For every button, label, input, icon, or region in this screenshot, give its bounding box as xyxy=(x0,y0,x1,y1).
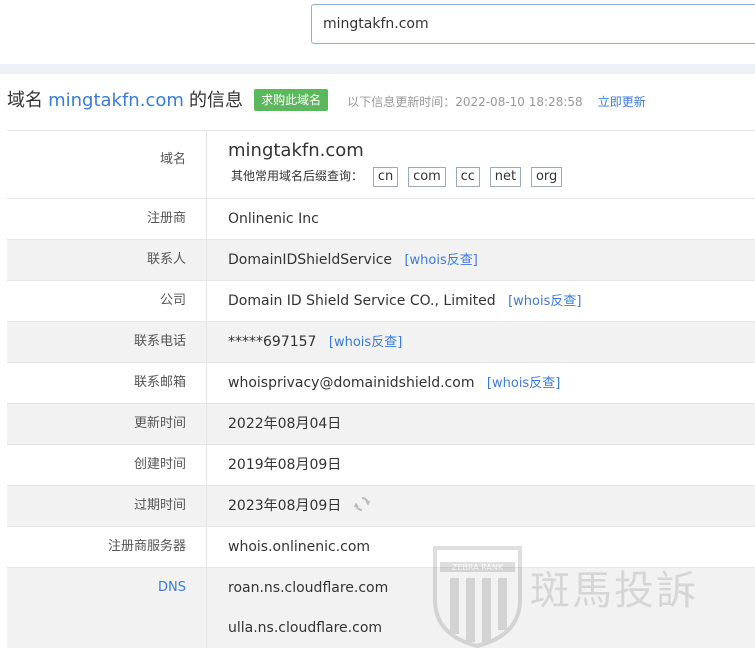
domain-name: mingtakfn.com xyxy=(228,140,364,161)
row-value: whoisprivacy@domainidshield.com [whois反查… xyxy=(207,363,755,403)
row-contact: 联系人 DomainIDShieldService [whois反查] xyxy=(7,239,755,280)
row-whois-server: 注册商服务器 whois.onlinenic.com xyxy=(7,526,755,567)
row-label: 更新时间 xyxy=(7,404,207,444)
row-label: 创建时间 xyxy=(7,445,207,485)
row-dns: DNS roan.ns.cloudflare.com ulla.ns.cloud… xyxy=(7,567,755,648)
suffix-query-label: 其他常用域名后缀查询： xyxy=(231,169,364,183)
company-whois-reverse-link[interactable]: [whois反查] xyxy=(508,294,581,309)
row-label: 联系邮箱 xyxy=(7,363,207,403)
row-email: 联系邮箱 whoisprivacy@domainidshield.com [wh… xyxy=(7,362,755,403)
suffix-cn[interactable]: cn xyxy=(372,167,399,187)
suffix-org[interactable]: org xyxy=(530,167,563,187)
row-created: 创建时间 2019年08月09日 xyxy=(7,444,755,485)
row-value: whois.onlinenic.com xyxy=(228,539,371,555)
suffix-com[interactable]: com xyxy=(408,167,446,187)
contact-value: DomainIDShieldService xyxy=(228,252,393,268)
suffix-query: 其他常用域名后缀查询： cn com cc net org xyxy=(231,167,755,187)
row-registrar: 注册商 Onlinenic Inc xyxy=(7,198,755,239)
phone-value: *****697157 xyxy=(228,334,317,350)
company-value: Domain ID Shield Service CO., Limited xyxy=(228,293,496,309)
row-label: 注册商 xyxy=(7,199,207,239)
row-label: 注册商服务器 xyxy=(7,527,207,567)
suffix-cc[interactable]: cc xyxy=(455,167,480,187)
refresh-icon[interactable] xyxy=(353,488,370,511)
row-value: 2022年08月04日 xyxy=(228,416,342,432)
row-value: *****697157 [whois反查] xyxy=(207,322,755,362)
expires-value: 2023年08月09日 xyxy=(228,498,342,514)
row-updated: 更新时间 2022年08月04日 xyxy=(7,403,755,444)
buy-domain-button[interactable]: 求购此域名 xyxy=(254,89,329,111)
row-value: mingtakfn.com 其他常用域名后缀查询： cn com cc net … xyxy=(207,131,755,198)
title-domain: mingtakfn.com xyxy=(48,90,184,111)
suffix-net[interactable]: net xyxy=(489,167,522,187)
row-label: 联系人 xyxy=(7,240,207,280)
title-prefix: 域名 xyxy=(7,90,43,111)
dns-server: roan.ns.cloudflare.com xyxy=(228,580,389,596)
row-label: 联系电话 xyxy=(7,322,207,362)
refresh-now-link[interactable]: 立即更新 xyxy=(598,93,646,110)
phone-whois-reverse-link[interactable]: [whois反查] xyxy=(329,335,402,350)
row-label: DNS xyxy=(7,568,207,648)
row-phone: 联系电话 *****697157 [whois反查] xyxy=(7,321,755,362)
row-value: Onlinenic Inc xyxy=(228,211,319,227)
whois-info-table: 域名 mingtakfn.com 其他常用域名后缀查询： cn com cc n… xyxy=(7,130,755,648)
email-whois-reverse-link[interactable]: [whois反查] xyxy=(487,376,560,391)
row-company: 公司 Domain ID Shield Service CO., Limited… xyxy=(7,280,755,321)
separator-band xyxy=(0,64,755,74)
domain-search-input[interactable]: mingtakfn.com xyxy=(311,4,755,44)
row-value: roan.ns.cloudflare.com ulla.ns.cloudflar… xyxy=(207,568,755,648)
contact-whois-reverse-link[interactable]: [whois反查] xyxy=(404,253,477,268)
title-suffix: 的信息 xyxy=(188,90,243,111)
top-bar: mingtakfn.com xyxy=(0,0,755,64)
row-label: 公司 xyxy=(7,281,207,321)
row-label: 域名 xyxy=(7,131,207,198)
page-title: 域名 mingtakfn.com 的信息 求购此域名 以下信息更新时间：2022… xyxy=(7,88,755,114)
row-value: 2019年08月09日 xyxy=(228,457,342,473)
row-domain: 域名 mingtakfn.com 其他常用域名后缀查询： cn com cc n… xyxy=(7,130,755,198)
row-expires: 过期时间 2023年08月09日 xyxy=(7,485,755,526)
row-value: Domain ID Shield Service CO., Limited [w… xyxy=(207,281,755,321)
row-value: 2023年08月09日 xyxy=(207,486,755,526)
email-value: whoisprivacy@domainidshield.com xyxy=(228,375,475,391)
update-time: 以下信息更新时间：2022-08-10 18:28:58 xyxy=(347,94,583,109)
row-label: 过期时间 xyxy=(7,486,207,526)
row-value: DomainIDShieldService [whois反查] xyxy=(207,240,755,280)
dns-server: ulla.ns.cloudflare.com xyxy=(228,620,383,636)
